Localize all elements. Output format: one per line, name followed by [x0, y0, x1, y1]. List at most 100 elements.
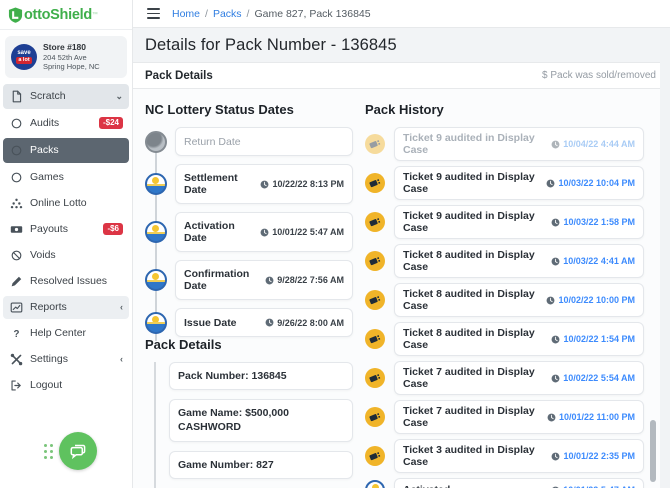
store-card[interactable]: save a lot Store #180 204 52th Ave Sprin…: [5, 36, 127, 78]
breadcrumb-separator: /: [246, 7, 250, 20]
clock-icon: [547, 296, 555, 304]
chat-button[interactable]: [59, 432, 97, 470]
sidebar-item-payouts[interactable]: Payouts -$6: [3, 218, 129, 241]
pack-history-row: Ticket 8 audited in Display Case 10/03/22…: [365, 244, 644, 278]
breadcrumb-home[interactable]: Home: [172, 8, 200, 20]
pack-history-label: Ticket 8 audited in Display Case: [403, 327, 535, 351]
status-dates-timeline: Return Date Settlement Date 10/22/22 8:13 …: [145, 127, 353, 341]
pack-history-card: Ticket 9 audited in Display Case 10/03/22…: [394, 166, 644, 200]
timestamp: 10/04/22 4:44 AM: [551, 139, 635, 149]
sidebar-item-games[interactable]: Games: [3, 166, 129, 189]
clock-icon: [552, 218, 560, 226]
scrollbar-thumb[interactable]: [650, 420, 656, 482]
ticket-icon: [365, 290, 385, 310]
sidebar-item-reports[interactable]: Reports ‹: [3, 295, 129, 319]
status-date-row: Settlement Date 10/22/22 8:13 PM: [145, 164, 353, 204]
chat-bubbles-icon: [70, 444, 86, 460]
sidebar-item-audits[interactable]: Audits -$24: [3, 112, 129, 135]
chevron-left-icon: ‹: [120, 354, 123, 365]
pack-history-row: Ticket 8 audited in Display Case 10/02/22…: [365, 283, 644, 317]
nc-lottery-icon: [145, 311, 167, 334]
ticket-icon: [365, 212, 385, 232]
ticket-icon: [365, 251, 385, 271]
sidebar-item-label: Games: [30, 171, 64, 184]
app-root: ottoShield ™ save a lot Store #180 204 52…: [0, 0, 670, 488]
clock-icon: [551, 257, 560, 265]
clock-icon: [265, 276, 274, 284]
left-column: NC Lottery Status Dates Return Date Settl…: [145, 102, 353, 488]
pack-history-card: Ticket 7 audited in Display Case 10/01/22…: [394, 400, 644, 434]
status-date-row: Return Date: [145, 127, 353, 156]
sidebar-item-label: Payouts: [30, 223, 68, 236]
file-icon: [9, 89, 23, 103]
nc-lottery-icon: [145, 221, 167, 243]
empty-status-icon: [145, 130, 167, 153]
pack-sold-note: $ Pack was sold/removed: [542, 70, 656, 81]
clock-icon: [552, 335, 560, 343]
pack-detail-card: Game Number: 827: [169, 450, 353, 479]
pack-history-label: Ticket 8 audited in Display Case: [403, 249, 535, 273]
status-date-card: Activation Date 10/01/22 5:47 AM: [175, 212, 353, 252]
clock-icon: [551, 374, 560, 382]
sidebar-item-label: Online Lotto: [30, 197, 87, 210]
pack-history-card: Ticket 9 audited in Display Case 10/04/22…: [394, 127, 644, 161]
clock-icon: [261, 180, 269, 188]
ticket-icon: [365, 446, 385, 466]
page-title: Details for Pack Number - 136845: [145, 35, 397, 54]
pack-history-card: Ticket 8 audited in Display Case 10/02/22…: [394, 283, 644, 317]
hamburger-menu-icon[interactable]: [145, 6, 162, 20]
pack-details-heading: Pack Details: [145, 337, 222, 352]
clock-icon: [552, 452, 560, 460]
sidebar-item-logout[interactable]: Logout: [3, 374, 129, 397]
dots-icon: [9, 196, 23, 210]
pack-history-row: Activated10/01/22 5:47 AM: [365, 478, 644, 488]
sidebar-item-label: Reports: [30, 301, 67, 314]
tools-icon: [9, 352, 23, 366]
sidebar-item-voids[interactable]: Voids: [3, 244, 129, 267]
breadcrumb-game-827-pack-136845: Game 827, Pack 136845: [254, 7, 371, 20]
bill-icon: [9, 222, 23, 236]
nc-lottery-icon: [365, 480, 385, 488]
pack-history-label: Ticket 8 audited in Display Case: [403, 288, 535, 312]
pack-history-card: Ticket 3 audited in Display Case 10/01/22…: [394, 439, 644, 473]
sidebar-item-settings[interactable]: Settings ‹: [3, 348, 129, 371]
timestamp: 10/02/22 1:54 PM: [551, 334, 635, 344]
ticket-icon: [365, 407, 385, 427]
circle-icon: [9, 116, 23, 130]
status-date-label: Return Date: [184, 135, 241, 148]
breadcrumb: Home / Packs / Game 827, Pack 136845: [172, 8, 371, 20]
ticket-icon: [365, 368, 385, 388]
drag-handle-icon[interactable]: [44, 443, 53, 459]
pack-history-row: Ticket 9 audited in Display Case 10/03/22…: [365, 166, 644, 200]
ban-icon: [9, 248, 23, 262]
pack-history-card: Activated10/01/22 5:47 AM: [394, 478, 644, 488]
status-dates-heading: NC Lottery Status Dates: [145, 102, 294, 117]
status-date-card: Settlement Date 10/22/22 8:13 PM: [175, 164, 353, 204]
breadcrumb-packs[interactable]: Packs: [213, 8, 242, 20]
status-date-label: Activation Date: [184, 220, 235, 244]
clock-icon: [547, 179, 555, 187]
pack-history-label: Ticket 7 audited in Display Case: [403, 366, 535, 390]
pack-history-label: Activated: [403, 484, 547, 488]
timestamp: 10/03/22 4:41 AM: [551, 256, 635, 266]
store-address-line2: Spring Hope, NC: [43, 62, 100, 72]
pack-history-label: Ticket 9 audited in Display Case: [403, 132, 535, 156]
status-date-card: Issue Date 9/26/22 8:00 AM: [175, 308, 353, 337]
sidebar-item-online-lotto[interactable]: Online Lotto: [3, 192, 129, 215]
shield-logo-icon: [8, 7, 23, 23]
status-date-card: Confirmation Date 9/28/22 7:56 AM: [175, 260, 353, 300]
circle-icon: [9, 170, 23, 184]
sidebar-item-resolved-issues[interactable]: Resolved Issues: [3, 270, 129, 293]
nc-lottery-icon: [145, 173, 167, 195]
sidebar-item-packs[interactable]: Packs: [3, 137, 129, 163]
clock-icon: [547, 413, 556, 421]
alert-badge: -$6: [103, 223, 123, 236]
nc-lottery-icon: [145, 269, 167, 291]
chevron-left-icon: ‹: [120, 302, 123, 313]
sidebar-item-help-center[interactable]: ? Help Center: [3, 322, 129, 345]
pack-detail-card: Game Name: $500,000 CASHWORD: [169, 399, 353, 442]
sidebar-item-scratch[interactable]: Scratch ⌄: [3, 83, 129, 109]
sidebar-item-label: Voids: [30, 249, 56, 262]
pack-history-row: Ticket 9 audited in Display Case 10/04/22…: [365, 127, 644, 161]
app-logo-text: ottoShield: [24, 6, 92, 23]
